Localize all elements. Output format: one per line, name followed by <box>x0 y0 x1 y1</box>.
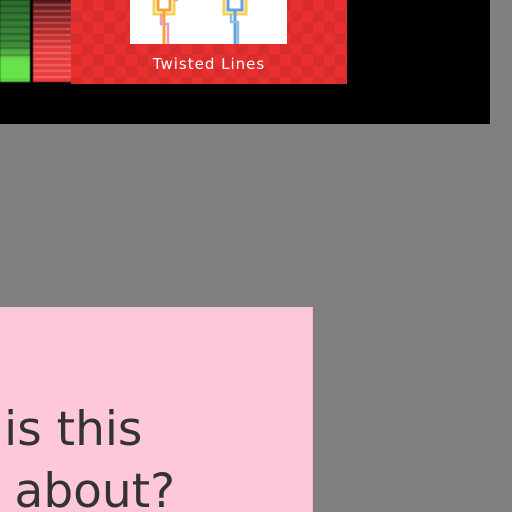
note-line-2: ny about? <box>14 464 176 512</box>
game-tile-green-band <box>0 60 30 78</box>
game-shelf: Twisted Lines <box>0 0 490 124</box>
game-title: Twisted Lines <box>152 55 266 73</box>
note-question: at is this ny about? <box>0 399 322 512</box>
game-tile-red[interactable] <box>33 0 73 82</box>
desktop-canvas: Twisted Lines at is this ny about? <box>0 0 512 512</box>
game-tile-twisted-lines[interactable]: Twisted Lines <box>71 0 347 84</box>
twisted-lines-artwork <box>130 0 287 44</box>
note-card: at is this ny about? <box>0 307 312 512</box>
note-line-1: at is this <box>4 402 143 457</box>
twisted-lines-icon <box>152 0 248 44</box>
game-tile-green[interactable] <box>0 0 30 82</box>
